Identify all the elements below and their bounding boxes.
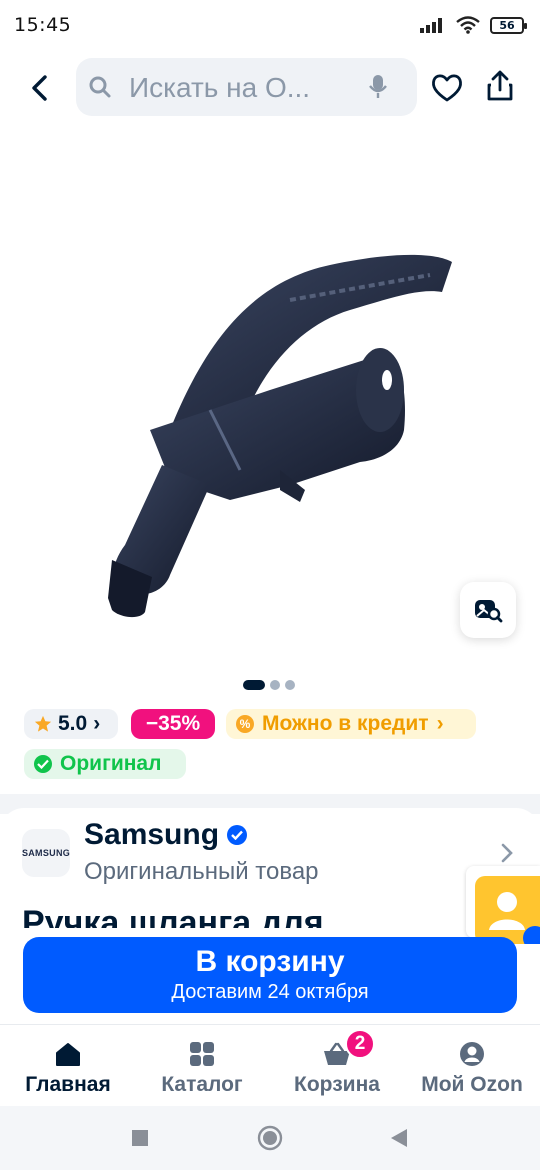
product-image[interactable]	[90, 240, 470, 630]
brand-subtitle: Оригинальный товар	[84, 858, 319, 885]
percent-icon: %	[236, 715, 254, 733]
check-icon	[34, 755, 52, 773]
support-avatar-icon	[489, 892, 540, 944]
top-bar: Искать на О...	[0, 56, 540, 118]
delivery-date: Доставим 24 октября	[171, 981, 369, 1003]
battery-level: 56	[499, 18, 515, 32]
tab-profile-label: Мой Ozon	[421, 1073, 523, 1096]
tab-catalog-label: Каталог	[161, 1073, 243, 1096]
status-time: 15:45	[14, 14, 72, 36]
home-icon	[56, 1043, 80, 1066]
microphone-icon[interactable]	[368, 74, 388, 100]
add-to-cart-button[interactable]: В корзину Доставим 24 октября	[23, 937, 517, 1013]
original-label: Оригинал	[60, 752, 162, 775]
rating-value: 5.0	[58, 712, 88, 735]
system-nav-bar	[0, 1106, 540, 1170]
credit-badge[interactable]: % Можно в кредит ›	[226, 709, 476, 739]
badges-card: 5.0 › −35% % Можно в кредит › Оригинал	[0, 700, 540, 794]
image-search-button[interactable]	[460, 582, 516, 638]
search-placeholder: Искать на О...	[129, 72, 311, 103]
wifi-icon	[456, 16, 480, 34]
signal-icon	[420, 18, 442, 33]
status-bar: 15:45 56	[0, 0, 540, 50]
share-icon	[487, 70, 513, 101]
tab-cart[interactable]: 2 Корзина	[277, 1029, 397, 1097]
seller-card[interactable]: SAMSUNG Samsung Оригинальный товар Ручка…	[0, 808, 540, 938]
user-icon	[460, 1042, 484, 1066]
heart-icon	[432, 74, 462, 102]
add-to-cart-label: В корзину	[195, 945, 345, 978]
status-icons: 56	[420, 14, 527, 36]
chevron-right-icon: ›	[93, 712, 101, 735]
chevron-right-icon: ›	[436, 712, 444, 735]
verified-icon	[227, 825, 248, 845]
discount-value: −35%	[145, 712, 201, 735]
tab-home-label: Главная	[25, 1073, 111, 1096]
discount-badge: −35%	[131, 709, 215, 739]
star-icon	[34, 715, 52, 732]
back-button[interactable]	[20, 68, 60, 108]
original-badge[interactable]: Оригинал	[24, 749, 186, 779]
search-icon	[89, 76, 111, 98]
search-input[interactable]: Искать на О...	[76, 58, 417, 116]
grid-icon	[190, 1042, 214, 1066]
back-triangle-icon[interactable]	[390, 1128, 408, 1148]
favorite-button[interactable]	[429, 70, 465, 106]
share-button[interactable]	[482, 68, 518, 104]
gallery-dot[interactable]	[270, 680, 280, 690]
home-circle-icon[interactable]	[257, 1125, 283, 1151]
image-search-icon	[475, 600, 503, 623]
brand-name: Samsung	[84, 818, 220, 851]
credit-label: Можно в кредит	[262, 712, 429, 735]
chevron-right-icon	[501, 843, 513, 863]
bottom-tab-bar: Главная Каталог 2 Корзина Мой Ozon	[0, 1024, 540, 1106]
tab-cart-label: Корзина	[294, 1073, 380, 1096]
chevron-left-icon	[32, 75, 47, 101]
gallery-dot-active[interactable]	[243, 680, 265, 690]
brand-logo-text: SAMSUNG	[21, 848, 71, 858]
tab-profile[interactable]: Мой Ozon	[412, 1039, 532, 1097]
gallery-dot[interactable]	[285, 680, 295, 690]
tab-catalog[interactable]: Каталог	[142, 1039, 262, 1097]
rating-badge[interactable]: 5.0 ›	[24, 709, 118, 739]
battery-indicator: 56	[490, 16, 527, 34]
brand-logo: SAMSUNG	[22, 829, 70, 877]
recents-icon[interactable]	[131, 1129, 149, 1147]
tab-home[interactable]: Главная	[8, 1039, 128, 1097]
gallery-pagination	[243, 680, 295, 690]
support-button[interactable]	[475, 876, 540, 944]
brand-name-row: Samsung	[84, 818, 248, 852]
cart-count-badge: 2	[345, 1029, 375, 1059]
product-title: Ручка шланга для	[22, 904, 324, 928]
